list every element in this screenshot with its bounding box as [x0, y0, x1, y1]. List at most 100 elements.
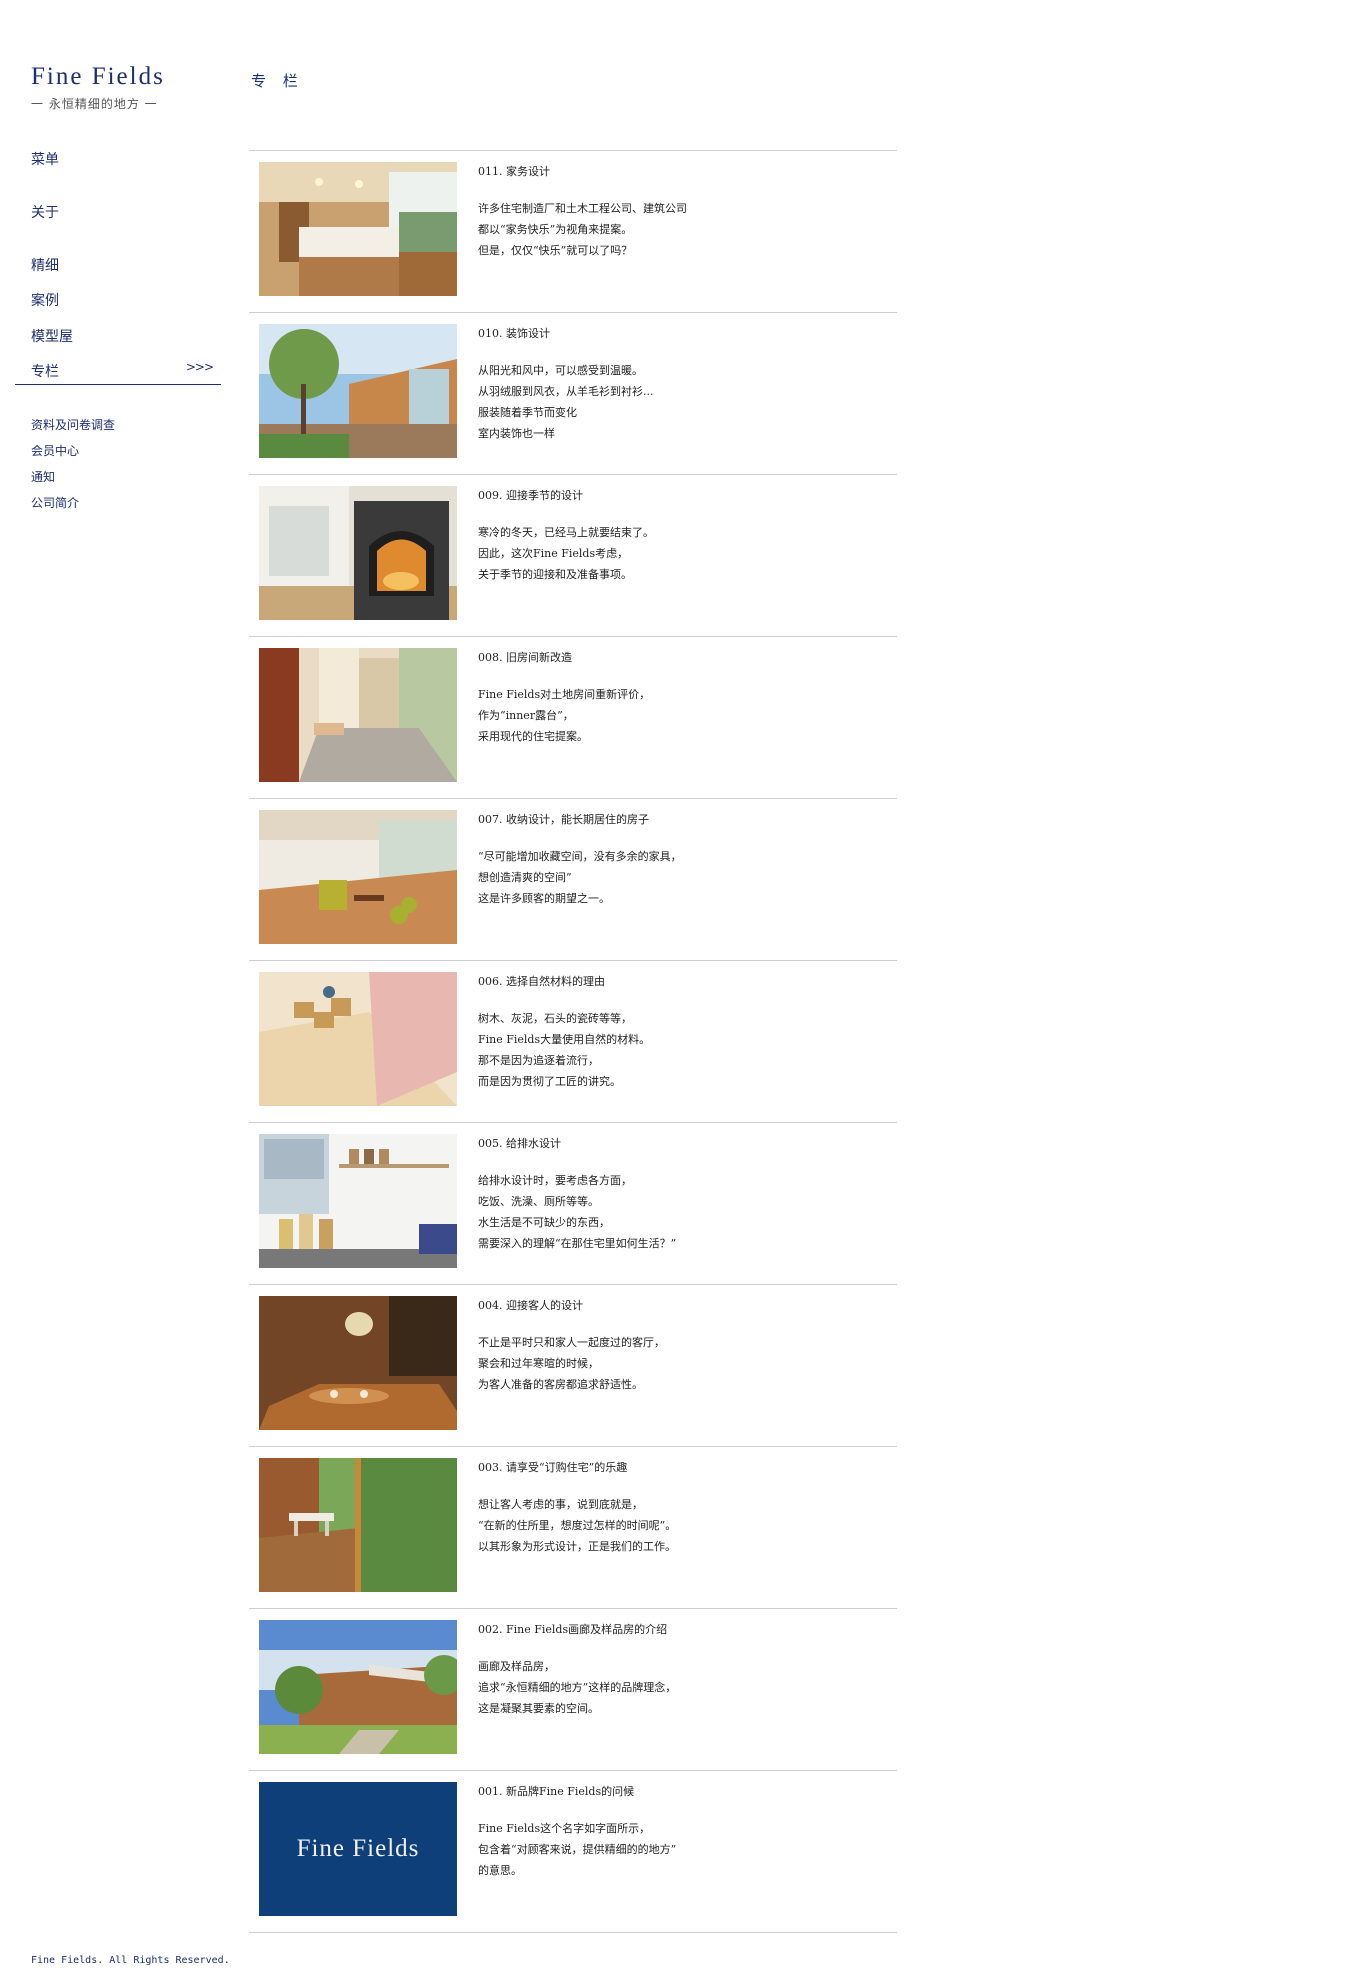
article-excerpt-line: 而是因为贯彻了工匠的讲究。 [478, 1075, 621, 1088]
article-thumbnail[interactable] [259, 972, 457, 1106]
article-excerpt-line: 室内装饰也一样 [478, 427, 555, 440]
nav-item-member-center[interactable]: 会员中心 [31, 442, 79, 459]
kitchen-photo [259, 162, 457, 296]
nav-item-model-house[interactable]: 模型屋 [31, 326, 73, 346]
article-excerpt-line: 服装随着季节而变化 [478, 406, 577, 419]
article-item[interactable]: 003. 请享受“订购住宅”的乐趣 想让客人考虑的事，说到底就是， “在新的住所… [249, 1447, 897, 1609]
brand-logo-text: Fine Fields [296, 1835, 420, 1862]
article-excerpt-line: 都以“家务快乐”为视角来提案。 [478, 223, 633, 236]
article-excerpt-line: 画廊及样品房， [478, 1660, 555, 1673]
article-text: 009. 迎接季节的设计 寒冷的冬天，已经马上就要结束了。 因此，这次Fine … [478, 488, 878, 585]
article-excerpt-line: 想让客人考虑的事，说到底就是， [478, 1498, 643, 1511]
article-excerpt-line: 采用现代的住宅提案。 [478, 730, 588, 743]
article-thumbnail[interactable] [259, 1620, 457, 1754]
article-excerpt-line: 这是凝聚其要素的空间。 [478, 1702, 599, 1715]
article-excerpt-line: 这是许多顾客的期望之一。 [478, 892, 610, 905]
article-thumbnail[interactable] [259, 162, 457, 296]
nav-item-column-label: 专栏 [31, 364, 59, 380]
article-excerpt-line: 追求“永恒精细的地方”这样的品牌理念， [478, 1681, 677, 1694]
nav-item-documents-survey[interactable]: 资料及问卷调查 [31, 416, 115, 433]
article-text: 003. 请享受“订购住宅”的乐趣 想让客人考虑的事，说到底就是， “在新的住所… [478, 1460, 878, 1557]
article-item[interactable]: 010. 装饰设计 从阳光和风中，可以感受到温暖。 从羽绒服到风衣，从羊毛衫到衬… [249, 313, 897, 475]
article-excerpt-line: 从阳光和风中，可以感受到温暖。 [478, 364, 643, 377]
article-thumbnail[interactable] [259, 648, 457, 782]
living-room-photo [259, 810, 457, 944]
article-item[interactable]: 004. 迎接客人的设计 不止是平时只和家人一起度过的客厅， 聚会和过年寒暄的时… [249, 1285, 897, 1447]
article-list: 011. 家务设计 许多住宅制造厂和土木工程公司、建筑公司 都以“家务快乐”为视… [249, 150, 897, 1933]
article-thumbnail[interactable] [259, 1458, 457, 1592]
article-text: 006. 选择自然材料的理由 树木、灰泥，石头的瓷砖等等， Fine Field… [478, 974, 878, 1092]
article-item[interactable]: 002. Fine Fields画廊及样品房的介绍 画廊及样品房， 追求“永恒精… [249, 1609, 897, 1771]
article-text: 008. 旧房间新改造 Fine Fields对土地房间重新评价， 作为“inn… [478, 650, 878, 747]
article-item[interactable]: 007. 收纳设计，能长期居住的房子 “尽可能增加收藏空间，没有多余的家具， 想… [249, 799, 897, 961]
article-title[interactable]: 001. 新品牌Fine Fields的问候 [478, 1784, 878, 1800]
article-title[interactable]: 008. 旧房间新改造 [478, 650, 878, 666]
article-excerpt-line: “尽可能增加收藏空间，没有多余的家具， [478, 850, 682, 863]
article-thumbnail[interactable] [259, 810, 457, 944]
article-excerpt-line: 因此，这次Fine Fields考虑， [478, 547, 629, 560]
article-excerpt-line: 包含着“对顾客来说，提供精细的的地方” [478, 1843, 677, 1856]
article-excerpt-line: 从羽绒服到风衣，从羊毛衫到衬衫... [478, 385, 654, 398]
article-item[interactable]: 011. 家务设计 许多住宅制造厂和土木工程公司、建筑公司 都以“家务快乐”为视… [249, 151, 897, 313]
page-title: 专 栏 [251, 72, 304, 90]
copyright: Fine Fields. All Rights Reserved. [31, 1955, 230, 1966]
nav-item-about[interactable]: 关于 [31, 202, 59, 222]
article-excerpt-line: 想创造清爽的空间” [478, 871, 572, 884]
article-title[interactable]: 011. 家务设计 [478, 164, 878, 180]
kitchen-shelf-photo [259, 1134, 457, 1268]
article-excerpt-line: 水生活是不可缺少的东西， [478, 1216, 610, 1229]
nav-item-menu[interactable]: 菜单 [31, 149, 59, 169]
article-title[interactable]: 009. 迎接季节的设计 [478, 488, 878, 504]
nav-item-fine[interactable]: 精细 [31, 255, 59, 275]
article-thumbnail[interactable] [259, 486, 457, 620]
wooden-floor-photo [259, 972, 457, 1106]
article-excerpt-line: “在新的住所里，想度过怎样的时间呢”。 [478, 1519, 677, 1532]
article-thumbnail[interactable]: Fine Fields [259, 1782, 457, 1916]
article-title[interactable]: 007. 收纳设计，能长期居住的房子 [478, 812, 878, 828]
chevron-right-icon: >>> [185, 360, 214, 374]
nav-item-cases[interactable]: 案例 [31, 290, 59, 310]
article-excerpt-line: 寒冷的冬天，已经马上就要结束了。 [478, 526, 654, 539]
nav-item-news[interactable]: 通知 [31, 468, 55, 485]
article-title[interactable]: 010. 装饰设计 [478, 326, 878, 342]
article-excerpt-line: 树木、灰泥，石头的瓷砖等等， [478, 1012, 632, 1025]
article-text: 010. 装饰设计 从阳光和风中，可以感受到温暖。 从羽绒服到风衣，从羊毛衫到衬… [478, 326, 878, 444]
article-excerpt-line: Fine Fields大量使用自然的材料。 [478, 1033, 651, 1046]
wooden-deck-photo [259, 1458, 457, 1592]
gallery-house-photo [259, 1620, 457, 1754]
article-title[interactable]: 003. 请享受“订购住宅”的乐趣 [478, 1460, 878, 1476]
house-exterior-photo [259, 324, 457, 458]
brand-title[interactable]: Fine Fields [31, 62, 165, 92]
article-item[interactable]: 009. 迎接季节的设计 寒冷的冬天，已经马上就要结束了。 因此，这次Fine … [249, 475, 897, 637]
article-title[interactable]: 006. 选择自然材料的理由 [478, 974, 878, 990]
article-item[interactable]: 006. 选择自然材料的理由 树木、灰泥，石头的瓷砖等等， Fine Field… [249, 961, 897, 1123]
article-excerpt-line: Fine Fields对土地房间重新评价， [478, 688, 651, 701]
nav-item-company[interactable]: 公司简介 [31, 494, 79, 511]
article-excerpt-line: 为客人准备的客房都追求舒适性。 [478, 1378, 643, 1391]
article-title[interactable]: 005. 给排水设计 [478, 1136, 878, 1152]
article-excerpt-line: 许多住宅制造厂和土木工程公司、建筑公司 [478, 202, 687, 215]
article-item[interactable]: 005. 给排水设计 给排水设计时，要考虑各方面， 吃饭、洗澡、厕所等等。 水生… [249, 1123, 897, 1285]
article-thumbnail[interactable] [259, 1134, 457, 1268]
article-thumbnail[interactable] [259, 324, 457, 458]
brand-subtitle: 一 永恒精细的地方 一 [31, 97, 158, 111]
article-excerpt-line: 关于季节的迎接和及准备事项。 [478, 568, 632, 581]
nav-item-column[interactable]: 专栏 >>> [15, 360, 221, 385]
article-excerpt-line: 以其形象为形式设计，正是我们的工作。 [478, 1540, 676, 1553]
article-item[interactable]: 008. 旧房间新改造 Fine Fields对土地房间重新评价， 作为“inn… [249, 637, 897, 799]
article-title[interactable]: 002. Fine Fields画廊及样品房的介绍 [478, 1622, 878, 1638]
article-text: 001. 新品牌Fine Fields的问候 Fine Fields这个名字如字… [478, 1784, 878, 1881]
brand-logo-image: Fine Fields [259, 1782, 457, 1916]
article-title[interactable]: 004. 迎接客人的设计 [478, 1298, 878, 1314]
article-item[interactable]: Fine Fields 001. 新品牌Fine Fields的问候 Fine … [249, 1771, 897, 1933]
wood-stove-photo [259, 486, 457, 620]
article-excerpt-line: 需要深入的理解“在那住宅里如何生活？” [478, 1237, 677, 1250]
article-text: 004. 迎接客人的设计 不止是平时只和家人一起度过的客厅， 聚会和过年寒暄的时… [478, 1298, 878, 1395]
article-excerpt-line: 给排水设计时，要考虑各方面， [478, 1174, 632, 1187]
article-excerpt-line: 不止是平时只和家人一起度过的客厅， [478, 1336, 665, 1349]
brand-logo[interactable]: Fine Fields 一 永恒精细的地方 一 [31, 62, 165, 112]
article-excerpt-line: 的意思。 [478, 1864, 522, 1877]
sidebar: Fine Fields 一 永恒精细的地方 一 菜单 关于 精细 案例 模型屋 … [0, 0, 245, 1980]
entrance-photo [259, 648, 457, 782]
article-thumbnail[interactable] [259, 1296, 457, 1430]
